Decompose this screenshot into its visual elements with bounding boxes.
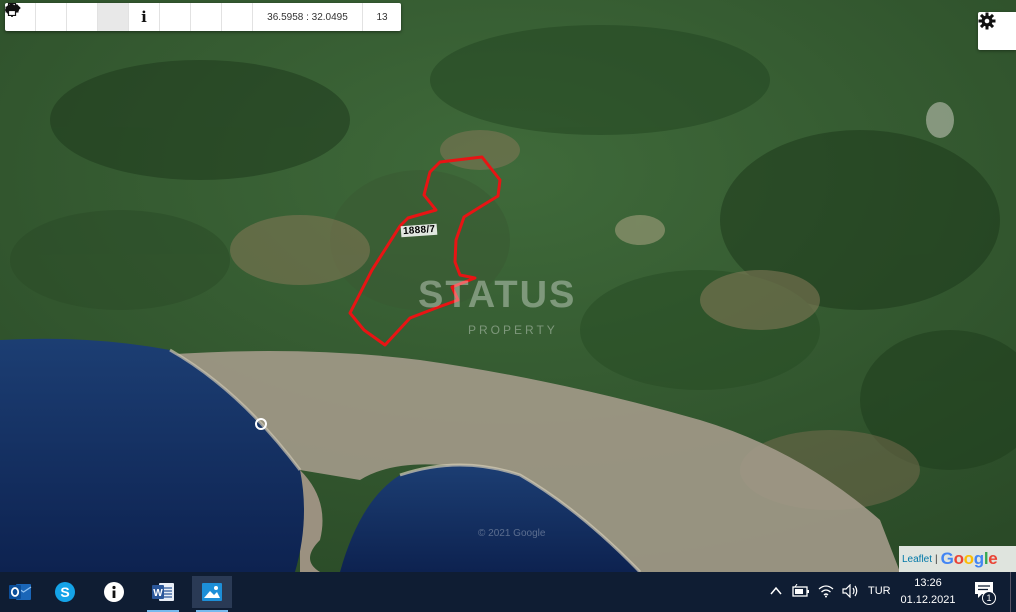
language-indicator[interactable]: TUR [868, 585, 891, 597]
wifi-icon[interactable] [818, 584, 834, 598]
imagery-copyright: © 2021 Google [478, 528, 546, 539]
map-toolbar: i 36.5958 : 32.0495 13 [5, 3, 401, 31]
info-icon: i [141, 8, 147, 26]
map-attribution: Leaflet | Google [899, 546, 1016, 572]
favorite-button[interactable] [5, 3, 191, 31]
print-button[interactable] [5, 3, 253, 31]
coordinates-display: 36.5958 : 32.0495 [253, 3, 363, 31]
taskbar-outlook[interactable] [0, 576, 40, 608]
chevron-up-icon[interactable] [770, 586, 782, 596]
clock-date: 01.12.2021 [900, 594, 956, 606]
svg-text:W: W [153, 588, 163, 599]
info-icon [104, 582, 124, 602]
skype-icon: S [55, 582, 75, 602]
clock[interactable]: 13:26 01.12.2021 [896, 575, 960, 609]
battery-icon[interactable] [792, 584, 810, 598]
word-icon: W [152, 583, 174, 601]
info-button[interactable]: i [129, 3, 160, 31]
zoom-out-button[interactable] [6, 3, 67, 31]
photos-icon [202, 583, 222, 601]
windows-taskbar: S W TUR 13:26 01.12.2021 1 [0, 572, 1016, 612]
taskbar-photos[interactable] [192, 576, 232, 612]
settings-button[interactable] [978, 12, 1016, 50]
refresh-button[interactable] [5, 3, 98, 31]
attribution-separator: | [935, 553, 938, 565]
taskbar-word[interactable]: W [143, 576, 183, 612]
svg-text:S: S [60, 584, 69, 600]
action-center-button[interactable]: 1 [972, 579, 996, 605]
watermark-subtitle: PROPERTY [468, 323, 558, 337]
notification-badge: 1 [982, 591, 996, 605]
speaker-icon[interactable] [842, 584, 860, 598]
outlook-icon [9, 584, 32, 600]
locate-button[interactable] [5, 3, 129, 31]
google-text: Google [940, 549, 998, 568]
watermark-title: STATUS [418, 274, 577, 316]
measure-button[interactable] [5, 3, 222, 31]
zoom-level-display: 13 [376, 11, 388, 23]
taskbar-info-app[interactable] [94, 576, 134, 608]
printer-icon [5, 3, 19, 16]
taskbar-skype[interactable]: S [45, 576, 85, 608]
clock-time: 13:26 [914, 577, 942, 589]
show-desktop-button[interactable] [1010, 572, 1016, 612]
google-logo[interactable]: Google [941, 549, 998, 569]
gear-icon [978, 12, 996, 30]
leaflet-link[interactable]: Leaflet [902, 554, 932, 565]
satellite-map[interactable]: 1888/7 STATUS PROPERTY © 2021 Google i 3… [0, 0, 1016, 572]
